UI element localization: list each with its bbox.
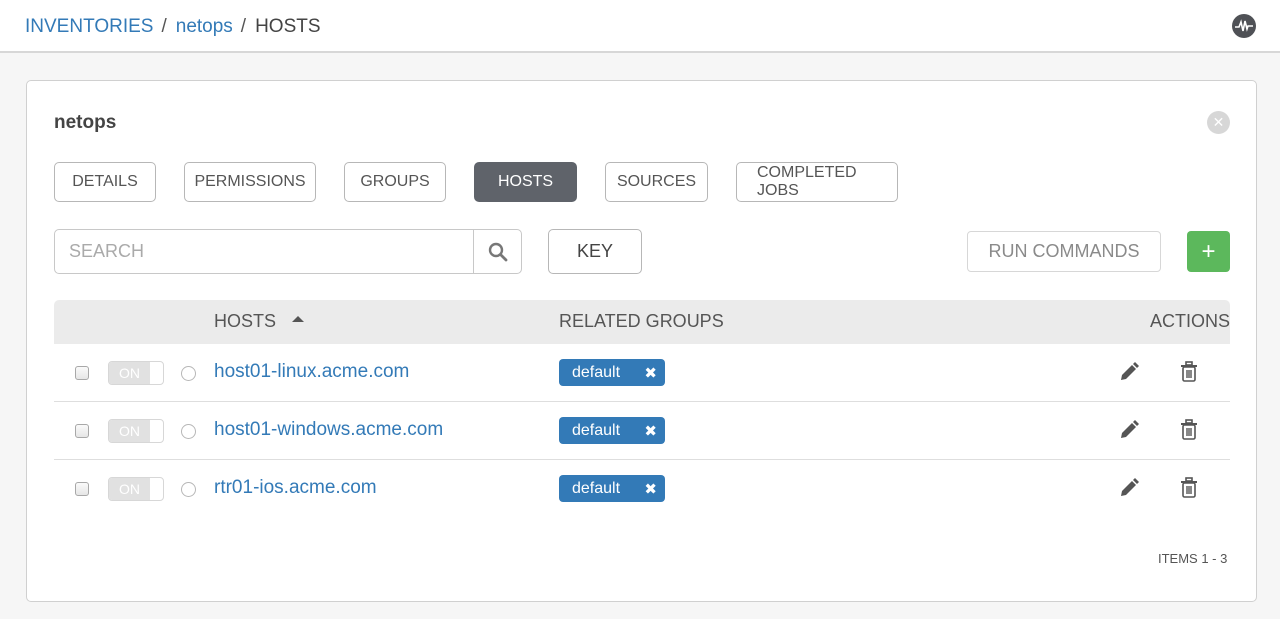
breadcrumb-separator: / — [161, 16, 167, 37]
table-header: HOSTS RELATED GROUPS ACTIONS — [54, 300, 1230, 344]
host-link[interactable]: host01-linux.acme.com — [214, 361, 409, 383]
host-enabled-toggle[interactable]: ON — [108, 419, 164, 443]
breadcrumb-separator: / — [240, 16, 247, 37]
tab-hosts[interactable]: HOSTS — [474, 162, 577, 202]
search-button[interactable] — [473, 230, 521, 273]
edit-pencil-icon[interactable] — [1119, 362, 1139, 382]
table-row: ON rtr01-ios.acme.com default ✖ — [54, 460, 1230, 518]
group-tag[interactable]: default ✖ — [559, 475, 665, 502]
activity-stream-icon[interactable] — [1232, 14, 1256, 38]
search-icon — [488, 242, 507, 261]
edit-pencil-icon[interactable] — [1119, 420, 1139, 440]
remove-group-icon[interactable]: ✖ — [644, 364, 657, 382]
delete-trash-icon[interactable] — [1180, 419, 1198, 441]
column-header-related-groups: RELATED GROUPS — [559, 311, 724, 331]
tab-sources[interactable]: SOURCES — [605, 162, 708, 202]
remove-group-icon[interactable]: ✖ — [644, 422, 657, 440]
toggle-label: ON — [109, 420, 150, 442]
remove-group-icon[interactable]: ✖ — [644, 480, 657, 498]
close-icon[interactable]: ✕ — [1207, 111, 1230, 134]
table-row: ON host01-windows.acme.com default ✖ — [54, 402, 1230, 460]
host-status-icon — [181, 366, 196, 381]
search-input[interactable] — [55, 230, 473, 273]
hosts-table: HOSTS RELATED GROUPS ACTIONS ON host01-l… — [54, 300, 1230, 518]
toggle-label: ON — [109, 362, 150, 384]
toggle-label: ON — [109, 478, 150, 500]
row-checkbox[interactable] — [75, 482, 89, 496]
run-commands-button[interactable]: RUN COMMANDS — [967, 231, 1161, 272]
host-enabled-toggle[interactable]: ON — [108, 477, 164, 501]
group-tag-label: default — [572, 479, 621, 497]
group-tag-label: default — [572, 363, 621, 381]
tab-completed-jobs[interactable]: COMPLETED JOBS — [736, 162, 898, 202]
panel-title: netops — [54, 112, 117, 133]
breadcrumb-inventories[interactable]: INVENTORIES — [25, 16, 153, 38]
breadcrumb-hosts: HOSTS — [255, 16, 321, 37]
host-link[interactable]: host01-windows.acme.com — [214, 419, 443, 441]
column-hosts-label: HOSTS — [214, 311, 277, 331]
inventory-panel: netops ✕ DETAILS PERMISSIONS GROUPS HOST… — [26, 80, 1257, 602]
column-header-hosts[interactable]: HOSTS — [214, 311, 305, 332]
tab-permissions[interactable]: PERMISSIONS — [184, 162, 316, 202]
search-box — [54, 229, 522, 274]
top-bar: INVENTORIES / netops / HOSTS — [0, 0, 1280, 53]
delete-trash-icon[interactable] — [1180, 361, 1198, 383]
tab-groups[interactable]: GROUPS — [344, 162, 446, 202]
sort-ascending-icon[interactable] — [292, 315, 305, 322]
delete-trash-icon[interactable] — [1180, 477, 1198, 499]
edit-pencil-icon[interactable] — [1119, 478, 1139, 498]
column-header-actions: ACTIONS — [1149, 311, 1230, 331]
row-checkbox[interactable] — [75, 424, 89, 438]
row-checkbox[interactable] — [75, 366, 89, 380]
group-tag[interactable]: default ✖ — [559, 417, 665, 444]
table-row: ON host01-linux.acme.com default ✖ — [54, 344, 1230, 402]
add-host-button[interactable]: + — [1187, 231, 1230, 272]
host-link[interactable]: rtr01-ios.acme.com — [214, 477, 377, 499]
items-count: ITEMS 1 - 3 — [1158, 551, 1228, 566]
host-status-icon — [181, 482, 196, 497]
tab-details[interactable]: DETAILS — [54, 162, 156, 202]
breadcrumb-netops[interactable]: netops — [176, 16, 233, 38]
host-enabled-toggle[interactable]: ON — [108, 361, 164, 385]
host-status-icon — [181, 424, 196, 439]
key-button[interactable]: KEY — [548, 229, 642, 274]
group-tag-label: default — [572, 421, 621, 439]
tab-bar: DETAILS PERMISSIONS GROUPS HOSTS SOURCES… — [54, 162, 926, 202]
breadcrumb: INVENTORIES / netops / HOSTS — [25, 16, 321, 38]
group-tag[interactable]: default ✖ — [559, 359, 665, 386]
